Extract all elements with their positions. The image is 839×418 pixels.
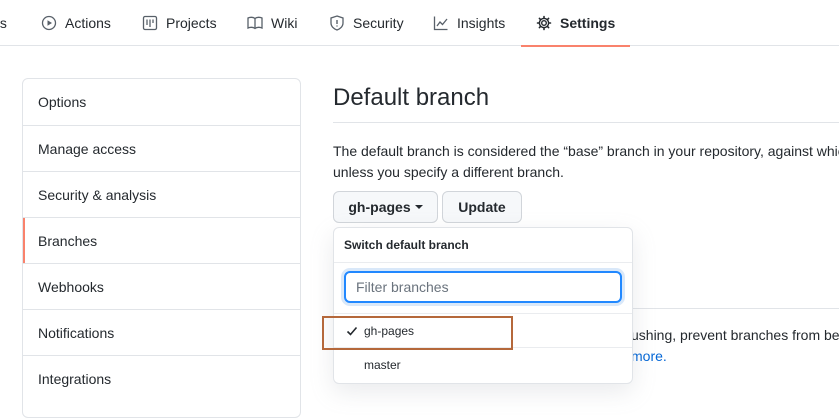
repo-nav: ts Actions Projects Wiki Security	[0, 0, 839, 47]
default-branch-description: The default branch is considered the “ba…	[333, 141, 839, 183]
description-line-1: The default branch is considered the “ba…	[333, 143, 839, 159]
graph-icon	[433, 16, 448, 31]
project-icon	[142, 15, 158, 31]
branch-option-label: gh-pages	[364, 323, 415, 338]
branch-option-gh-pages[interactable]: gh-pages	[334, 314, 632, 348]
sidebar-item-branches[interactable]: Branches	[23, 217, 300, 263]
sidebar-item-security-analysis[interactable]: Security & analysis	[23, 171, 300, 217]
tab-wiki[interactable]: Wiki	[247, 0, 297, 46]
tab-code-label: ts	[0, 15, 7, 31]
tab-insights[interactable]: Insights	[433, 0, 505, 46]
book-icon	[247, 16, 263, 30]
tab-actions-label: Actions	[65, 15, 111, 31]
sidebar-item-label: Security & analysis	[38, 186, 157, 203]
tab-insights-label: Insights	[457, 15, 506, 31]
tab-code[interactable]: ts	[0, 0, 7, 46]
tab-projects-label: Projects	[166, 15, 217, 31]
tab-security-label: Security	[353, 15, 404, 31]
description-line-2: unless you specify a different branch.	[333, 164, 564, 180]
update-button-label: Update	[458, 199, 506, 215]
sidebar-item-options[interactable]: Options	[23, 79, 300, 125]
sidebar-item-label: Branches	[38, 232, 98, 249]
branch-select-button[interactable]: gh-pages	[333, 191, 438, 223]
branch-option-label: master	[364, 358, 401, 372]
play-icon	[41, 15, 57, 31]
tab-settings-label: Settings	[560, 15, 616, 31]
chevron-down-icon	[414, 205, 423, 209]
tab-settings[interactable]: Settings	[521, 0, 631, 47]
branch-select-label: gh-pages	[348, 199, 411, 215]
settings-sidebar: Options Manage access Security & analysi…	[22, 78, 301, 418]
sidebar-item-manage-access[interactable]: Manage access	[23, 125, 300, 171]
section-divider	[632, 308, 839, 309]
switch-branch-popover: Switch default branch gh-pages master	[333, 227, 633, 384]
tab-actions[interactable]: Actions	[41, 0, 111, 46]
sidebar-item-label: Webhooks	[38, 278, 104, 295]
sidebar-item-label: Options	[38, 94, 87, 110]
branch-protection-text: ushing, prevent branches from be	[631, 327, 839, 343]
check-icon	[346, 325, 364, 337]
shield-icon	[330, 15, 344, 31]
update-button[interactable]: Update	[442, 191, 522, 223]
popover-header: Switch default branch	[334, 228, 632, 263]
page-title: Default branch	[333, 84, 490, 111]
tab-security[interactable]: Security	[329, 0, 404, 46]
sidebar-item-notifications[interactable]: Notifications	[23, 309, 300, 355]
gear-icon	[536, 15, 552, 31]
title-divider	[333, 122, 839, 123]
tab-wiki-label: Wiki	[271, 15, 298, 31]
sidebar-item-webhooks[interactable]: Webhooks	[23, 263, 300, 309]
filter-branches-input[interactable]	[344, 271, 622, 303]
sidebar-item-label: Integrations	[38, 370, 112, 387]
tab-projects[interactable]: Projects	[142, 0, 217, 46]
filter-container	[334, 263, 632, 314]
sidebar-item-integrations[interactable]: Integrations	[23, 355, 300, 401]
sidebar-item-label: Notifications	[38, 324, 115, 341]
sidebar-item-label: Manage access	[38, 140, 137, 157]
branch-option-master[interactable]: master	[334, 348, 632, 382]
learn-more-link[interactable]: more.	[631, 346, 667, 367]
